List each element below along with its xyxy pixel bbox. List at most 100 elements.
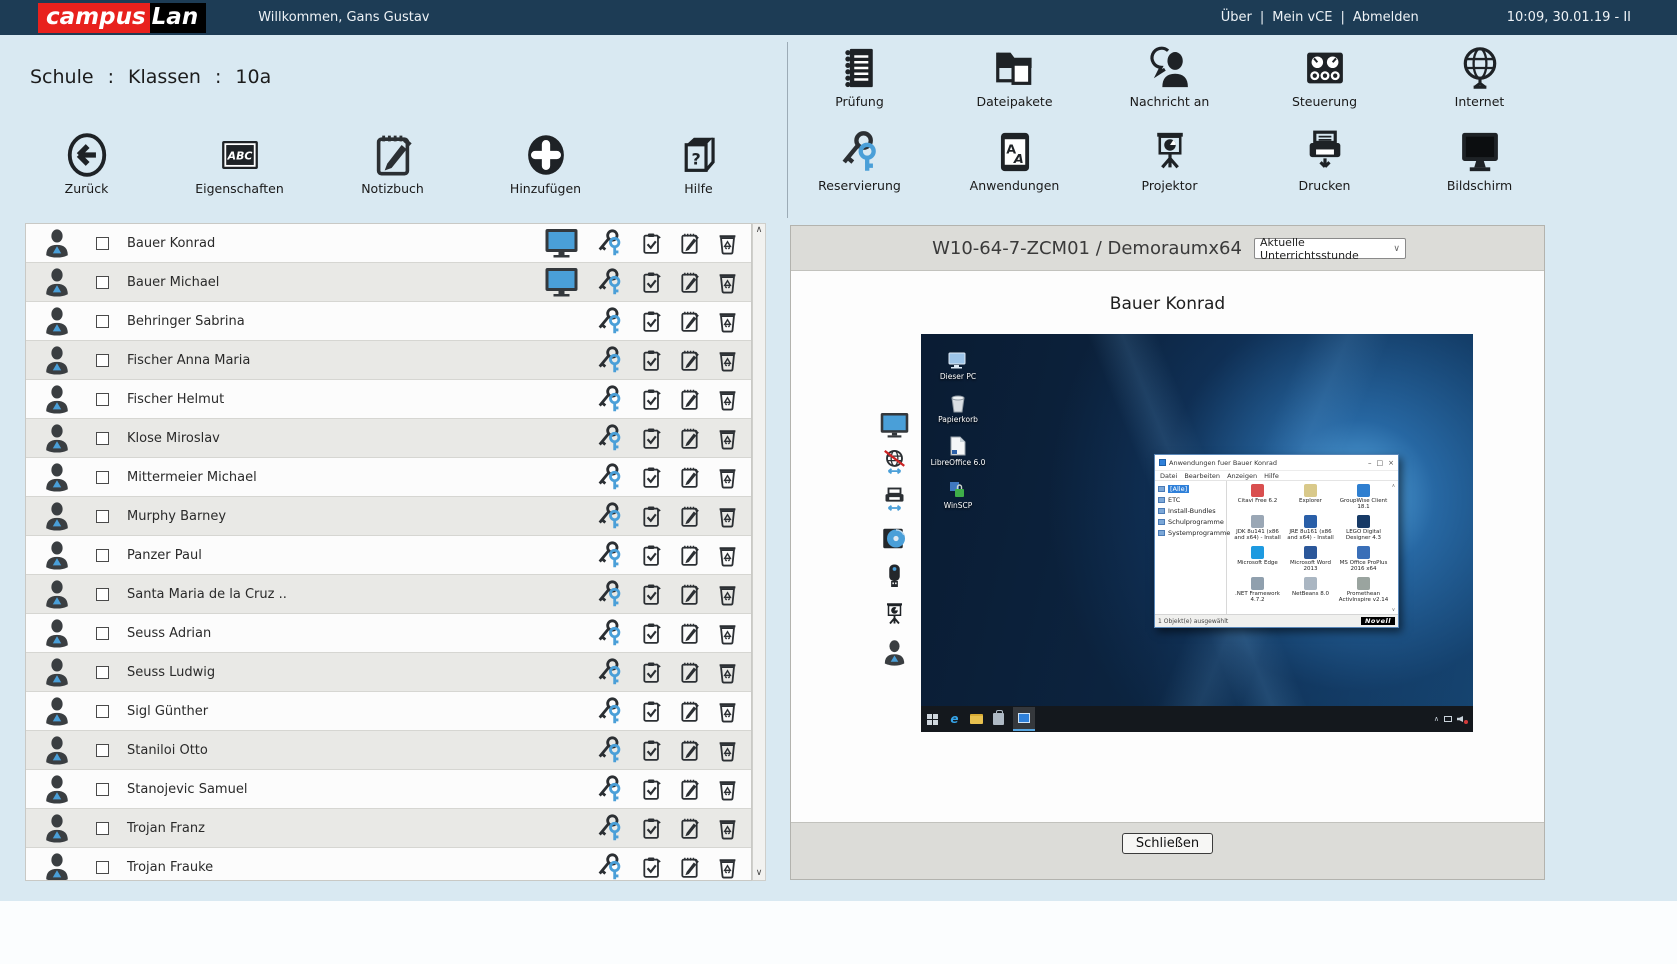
student-checkbox[interactable] (96, 861, 109, 874)
menu-ueber[interactable]: Über (1221, 10, 1252, 25)
projector-button[interactable]: Projektor (1092, 129, 1247, 193)
student-checkbox[interactable] (96, 276, 109, 289)
edit-note-icon[interactable] (678, 856, 701, 879)
edit-note-icon[interactable] (678, 622, 701, 645)
student-checkbox[interactable] (96, 354, 109, 367)
student-row[interactable]: Sigl Günther (26, 692, 751, 731)
password-keys-icon[interactable] (595, 657, 625, 687)
student-row[interactable]: Trojan Franz (26, 809, 751, 848)
clipboard-check-icon[interactable] (640, 466, 663, 489)
student-row[interactable]: Trojan Frauke (26, 848, 751, 881)
message-button[interactable]: Nachricht an (1092, 45, 1247, 109)
edit-note-icon[interactable] (678, 427, 701, 450)
edit-note-icon[interactable] (678, 310, 701, 333)
clipboard-check-icon[interactable] (640, 232, 663, 255)
lesson-select[interactable]: Aktuelle Unterrichtsstunde (1254, 238, 1406, 259)
student-row[interactable]: Seuss Ludwig (26, 653, 751, 692)
student-checkbox[interactable] (96, 666, 109, 679)
scroll-up-icon[interactable] (756, 226, 763, 235)
monitor-icon[interactable] (879, 412, 910, 438)
student-row[interactable]: Santa Maria de la Cruz .. (26, 575, 751, 614)
monitor-view-icon[interactable] (543, 228, 580, 258)
delete-trash-icon[interactable] (716, 544, 739, 567)
list-scrollbar[interactable] (752, 223, 766, 881)
notebook-button[interactable]: Notizbuch (316, 132, 469, 196)
password-keys-icon[interactable] (595, 579, 625, 609)
delete-trash-icon[interactable] (716, 271, 739, 294)
clipboard-check-icon[interactable] (640, 544, 663, 567)
control-button[interactable]: Steuerung (1247, 45, 1402, 109)
clipboard-check-icon[interactable] (640, 271, 663, 294)
delete-trash-icon[interactable] (716, 310, 739, 333)
clipboard-check-icon[interactable] (640, 505, 663, 528)
internet-button[interactable]: Internet (1402, 45, 1557, 109)
edit-note-icon[interactable] (678, 583, 701, 606)
student-row[interactable]: Mittermeier Michael (26, 458, 751, 497)
back-button[interactable]: Zurück (10, 132, 163, 196)
edit-note-icon[interactable] (678, 349, 701, 372)
student-row[interactable]: Behringer Sabrina (26, 302, 751, 341)
student-checkbox[interactable] (96, 744, 109, 757)
reservation-button[interactable]: Reservierung (782, 129, 937, 193)
monitor-view-icon[interactable] (543, 267, 580, 297)
delete-trash-icon[interactable] (716, 817, 739, 840)
applications-button[interactable]: Anwendungen (937, 129, 1092, 193)
edit-note-icon[interactable] (678, 739, 701, 762)
student-row[interactable]: Staniloi Otto (26, 731, 751, 770)
usb-icon[interactable] (881, 563, 908, 590)
password-keys-icon[interactable] (595, 267, 625, 297)
user-icon[interactable] (881, 639, 908, 666)
student-checkbox[interactable] (96, 393, 109, 406)
projector-icon[interactable] (881, 601, 908, 628)
delete-trash-icon[interactable] (716, 778, 739, 801)
properties-button[interactable]: Eigenschaften (163, 132, 316, 196)
student-checkbox[interactable] (96, 237, 109, 250)
exam-button[interactable]: Prüfung (782, 45, 937, 109)
password-keys-icon[interactable] (595, 228, 625, 258)
student-row[interactable]: Bauer Konrad (26, 224, 751, 263)
student-checkbox[interactable] (96, 471, 109, 484)
password-keys-icon[interactable] (595, 696, 625, 726)
screen-button[interactable]: Bildschirm (1402, 129, 1557, 193)
delete-trash-icon[interactable] (716, 505, 739, 528)
student-checkbox[interactable] (96, 783, 109, 796)
scroll-down-icon[interactable] (756, 869, 763, 878)
printer-icon[interactable] (881, 487, 908, 514)
edit-note-icon[interactable] (678, 505, 701, 528)
student-checkbox[interactable] (96, 822, 109, 835)
password-keys-icon[interactable] (595, 852, 625, 881)
edit-note-icon[interactable] (678, 388, 701, 411)
menu-mein-vce[interactable]: Mein vCE (1272, 10, 1332, 25)
edit-note-icon[interactable] (678, 661, 701, 684)
edit-note-icon[interactable] (678, 271, 701, 294)
password-keys-icon[interactable] (595, 501, 625, 531)
delete-trash-icon[interactable] (716, 466, 739, 489)
delete-trash-icon[interactable] (716, 388, 739, 411)
password-keys-icon[interactable] (595, 306, 625, 336)
clipboard-check-icon[interactable] (640, 700, 663, 723)
student-row[interactable]: Fischer Anna Maria (26, 341, 751, 380)
password-keys-icon[interactable] (595, 774, 625, 804)
file-packages-button[interactable]: Dateipakete (937, 45, 1092, 109)
password-keys-icon[interactable] (595, 813, 625, 843)
delete-trash-icon[interactable] (716, 739, 739, 762)
close-button[interactable]: Schließen (1122, 833, 1213, 854)
edit-note-icon[interactable] (678, 700, 701, 723)
cd-icon[interactable] (881, 525, 908, 552)
delete-trash-icon[interactable] (716, 349, 739, 372)
student-checkbox[interactable] (96, 588, 109, 601)
student-checkbox[interactable] (96, 432, 109, 445)
clipboard-check-icon[interactable] (640, 739, 663, 762)
password-keys-icon[interactable] (595, 345, 625, 375)
student-row[interactable]: Seuss Adrian (26, 614, 751, 653)
remote-desktop-view[interactable]: Dieser PC Papierkorb LibreOffice 6.0 (921, 334, 1473, 732)
student-checkbox[interactable] (96, 549, 109, 562)
student-checkbox[interactable] (96, 315, 109, 328)
add-button[interactable]: Hinzufügen (469, 132, 622, 196)
clipboard-check-icon[interactable] (640, 349, 663, 372)
clipboard-check-icon[interactable] (640, 388, 663, 411)
breadcrumb[interactable]: Schule : Klassen : 10a (30, 66, 271, 88)
clipboard-check-icon[interactable] (640, 622, 663, 645)
student-checkbox[interactable] (96, 627, 109, 640)
student-row[interactable]: Bauer Michael (26, 263, 751, 302)
